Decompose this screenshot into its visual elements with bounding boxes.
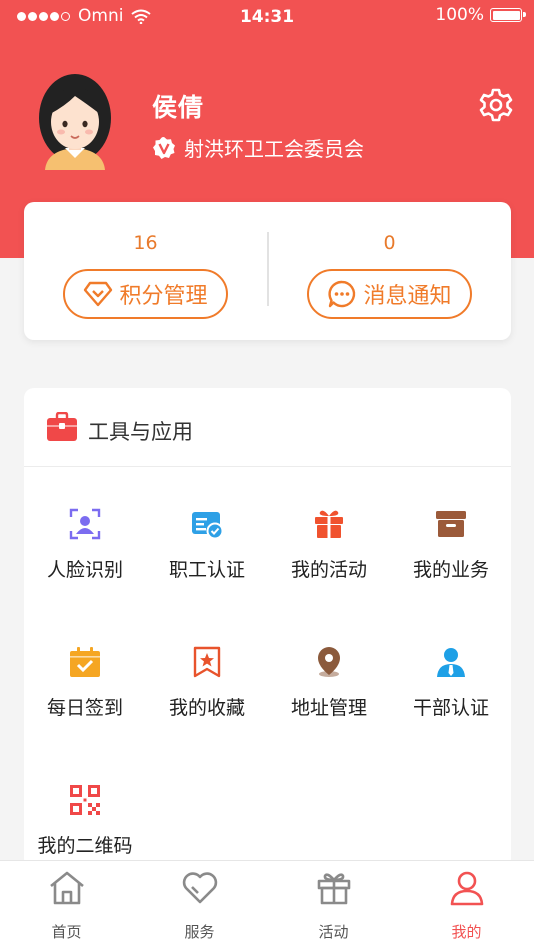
tab-home[interactable]: 首页: [0, 861, 133, 951]
avatar[interactable]: [37, 74, 113, 170]
diamond-icon: [84, 281, 113, 307]
organization-row: 射洪环卫工会委员会: [152, 133, 364, 162]
calendar-check-icon: [70, 647, 100, 677]
cadre-verification-label: 干部认证: [412, 697, 489, 719]
battery-percent: 100%: [435, 5, 484, 25]
points-stat: 16 积分管理: [24, 202, 267, 340]
my-business-item[interactable]: 我的业务: [390, 508, 512, 618]
face-scan-icon: [69, 508, 101, 540]
toolbox-icon: [47, 412, 77, 441]
user-icon: [450, 871, 484, 906]
points-management-button[interactable]: 积分管理: [63, 269, 228, 319]
my-favorites-label: 我的收藏: [168, 697, 245, 719]
id-card-check-icon: [192, 512, 223, 540]
points-management-label: 积分管理: [119, 284, 208, 309]
face-recognition-label: 人脸识别: [46, 559, 123, 581]
message-notification-label: 消息通知: [363, 284, 452, 309]
archive-box-icon: [436, 511, 466, 537]
address-management-item[interactable]: 地址管理: [268, 646, 390, 756]
gift-box-icon: [317, 873, 351, 905]
address-management-label: 地址管理: [290, 697, 367, 719]
face-recognition-item[interactable]: 人脸识别: [24, 508, 146, 618]
tab-activities-label: 活动: [318, 923, 349, 941]
messages-stat: 0 消息通知: [268, 202, 511, 340]
points-value: 16: [133, 232, 158, 254]
my-business-label: 我的业务: [412, 559, 489, 581]
bottom-tab-bar: 首页 服务 活动 我的: [0, 860, 534, 951]
daily-checkin-label: 每日签到: [46, 697, 123, 719]
star-bookmark-icon: [193, 646, 221, 678]
settings-gear-icon[interactable]: [478, 87, 514, 123]
user-name: 侯倩: [152, 93, 205, 122]
my-qr-code-label: 我的二维码: [37, 835, 133, 857]
verified-badge-icon: [153, 136, 175, 159]
stats-card: 16 积分管理 0 消息通知: [24, 202, 511, 340]
heart-icon: [182, 872, 218, 904]
messages-value: 0: [383, 232, 396, 254]
status-bar: Omni 14:31 100%: [0, 0, 534, 34]
employee-verification-label: 职工认证: [168, 559, 245, 581]
employee-verification-item[interactable]: 职工认证: [146, 508, 268, 618]
gift-icon: [315, 510, 343, 538]
tools-title: 工具与应用: [88, 420, 193, 444]
tab-home-label: 首页: [51, 923, 82, 941]
my-activities-label: 我的活动: [290, 559, 367, 581]
qr-code-icon: [70, 785, 100, 815]
tab-activities[interactable]: 活动: [267, 861, 400, 951]
my-favorites-item[interactable]: 我的收藏: [146, 646, 268, 756]
tab-mine-label: 我的: [451, 923, 482, 941]
battery-icon: [490, 8, 526, 22]
message-notification-button[interactable]: 消息通知: [307, 269, 472, 319]
person-tie-icon: [437, 648, 465, 677]
organization-name: 射洪环卫工会委员会: [184, 137, 364, 161]
tools-card: 工具与应用 人脸识别 职工认证 我的活动 我的业务 每日签到 我的收藏 地址管理…: [24, 388, 511, 868]
battery-status: 100%: [435, 5, 526, 25]
location-pin-icon: [318, 647, 340, 677]
tab-services-label: 服务: [184, 923, 215, 941]
tools-header: 工具与应用: [24, 388, 511, 467]
tab-mine[interactable]: 我的: [400, 861, 533, 951]
cadre-verification-item[interactable]: 干部认证: [390, 646, 512, 756]
home-icon: [50, 871, 84, 905]
tab-services[interactable]: 服务: [133, 861, 266, 951]
daily-checkin-item[interactable]: 每日签到: [24, 646, 146, 756]
chat-bubble-icon: [328, 280, 356, 308]
my-activities-item[interactable]: 我的活动: [268, 508, 390, 618]
